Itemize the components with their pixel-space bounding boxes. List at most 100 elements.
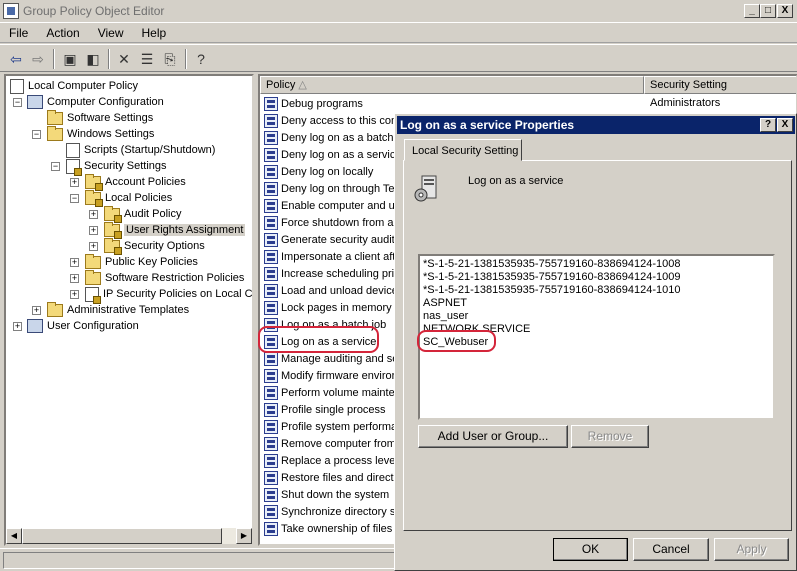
show-hide-tree-icon[interactable]: ◧ (83, 50, 103, 68)
policy-row[interactable]: Shut down the system (264, 486, 389, 503)
policy-name: Enable computer and us (281, 199, 401, 212)
dialog-close-button[interactable]: X (777, 118, 793, 132)
expand-icon[interactable]: + (89, 210, 98, 219)
add-user-or-group-button[interactable]: Add User or Group... (418, 425, 568, 448)
tree-software-settings[interactable]: Software Settings (47, 109, 153, 126)
tree-local-computer-policy[interactable]: Local Computer Policy (10, 78, 138, 94)
policy-row[interactable]: Synchronize directory s (264, 503, 395, 520)
toolbar-separator (185, 49, 187, 69)
policy-row[interactable]: Deny log on as a service (264, 146, 401, 163)
menu-action[interactable]: Action (37, 26, 88, 40)
policy-row[interactable]: Deny log on locally (264, 163, 373, 180)
policy-row[interactable]: Remove computer from (264, 435, 396, 452)
collapse-icon[interactable]: − (32, 130, 41, 139)
account-item[interactable]: *S-1-5-21-1381535935-755719160-838694124… (423, 258, 770, 271)
remove-button[interactable]: Remove (571, 425, 649, 448)
policy-row[interactable]: Profile system performa (264, 418, 397, 435)
folder-icon (85, 253, 101, 269)
policy-row[interactable]: Perform volume mainter (264, 384, 398, 401)
column-header-policy[interactable]: Policy △ (260, 76, 644, 94)
policy-row[interactable]: Deny access to this com (264, 112, 400, 129)
cancel-button[interactable]: Cancel (633, 538, 709, 561)
sort-ascending-icon: △ (298, 79, 307, 91)
tree-administrative-templates[interactable]: Administrative Templates (47, 301, 189, 318)
tree-local-policies[interactable]: Local Policies (85, 189, 172, 207)
expand-icon[interactable]: + (70, 258, 79, 267)
collapse-icon[interactable]: − (51, 162, 60, 171)
policy-row[interactable]: Take ownership of files (264, 520, 392, 537)
policy-row[interactable]: Force shutdown from a (264, 214, 394, 231)
account-item[interactable]: *S-1-5-21-1381535935-755719160-838694124… (423, 284, 770, 297)
collapse-icon[interactable]: − (70, 194, 79, 203)
policy-row[interactable]: Generate security audit (264, 231, 395, 248)
scroll-left-icon[interactable]: ◀ (6, 528, 22, 544)
policy-row[interactable]: Debug programs (264, 95, 363, 112)
policy-setting-icon (264, 164, 278, 179)
policy-row[interactable]: Lock pages in memory (264, 299, 392, 316)
tab-local-security-setting[interactable]: Local Security Setting (404, 139, 522, 161)
tree-windows-settings[interactable]: Windows Settings (47, 125, 154, 142)
policy-name: Deny log on locally (281, 165, 374, 178)
expand-icon[interactable]: + (32, 306, 41, 315)
folder-icon (47, 109, 63, 125)
policy-row[interactable]: Increase scheduling pric (264, 265, 400, 282)
ok-button[interactable]: OK (553, 538, 628, 561)
policy-row[interactable]: Impersonate a client aft (264, 248, 395, 265)
close-button[interactable]: X (777, 4, 793, 18)
account-item[interactable]: nas_user (423, 310, 770, 323)
tree-scripts[interactable]: Scripts (Startup/Shutdown) (66, 142, 215, 158)
tree-security-settings[interactable]: Security Settings (66, 158, 167, 176)
policy-row[interactable]: Deny log on through Te (264, 180, 395, 197)
policy-row[interactable]: Modify firmware enviror (264, 367, 395, 384)
account-item[interactable]: *S-1-5-21-1381535935-755719160-838694124… (423, 271, 770, 284)
expand-icon[interactable]: + (70, 178, 79, 187)
policy-row[interactable]: Restore files and directo (264, 469, 400, 486)
expand-icon[interactable]: + (70, 274, 79, 283)
title-bar: Group Policy Object Editor _ □ X (0, 0, 797, 23)
tree-account-policies[interactable]: Account Policies (85, 173, 186, 191)
column-header-security-setting[interactable]: Security Setting (644, 76, 796, 94)
menu-help[interactable]: Help (133, 26, 176, 40)
toolbar-separator (108, 49, 110, 69)
scrollbar-thumb[interactable] (22, 528, 222, 544)
menu-file[interactable]: File (0, 26, 37, 40)
tree-security-options[interactable]: Security Options (104, 237, 205, 255)
security-settings-icon (66, 158, 82, 176)
tree-user-configuration[interactable]: User Configuration (27, 318, 139, 334)
policy-setting-icon (264, 266, 278, 281)
expand-icon[interactable]: + (13, 322, 22, 331)
expand-icon[interactable]: + (89, 226, 98, 235)
menu-view[interactable]: View (89, 26, 133, 40)
tree-software-restriction-policies[interactable]: Software Restriction Policies (85, 269, 244, 286)
minimize-button[interactable]: _ (744, 4, 760, 18)
expand-icon[interactable]: + (70, 290, 79, 299)
account-item[interactable]: ASPNET (423, 297, 770, 310)
maximize-button[interactable]: □ (760, 4, 776, 18)
up-folder-icon[interactable]: ▣ (60, 50, 80, 68)
tree-user-rights-assignment[interactable]: User Rights Assignment (104, 221, 246, 239)
policy-name: Restore files and directo (281, 471, 400, 484)
policy-name: Deny log on through Te (281, 182, 395, 195)
policy-row[interactable]: Profile single process (264, 401, 386, 418)
scroll-right-icon[interactable]: ▶ (236, 528, 252, 544)
policy-name: Replace a process level (281, 454, 398, 467)
back-icon[interactable]: ⇦ (6, 50, 26, 68)
policy-row[interactable]: Load and unload device (264, 282, 398, 299)
export-list-icon[interactable]: ⎘ (160, 50, 180, 68)
policy-row[interactable]: Replace a process level (264, 452, 398, 469)
tree-computer-configuration[interactable]: Computer Configuration (27, 94, 164, 110)
policy-row[interactable]: Enable computer and us (264, 197, 400, 214)
dialog-help-button[interactable]: ? (760, 118, 776, 132)
collapse-icon[interactable]: − (13, 98, 22, 107)
tree-public-key-policies[interactable]: Public Key Policies (85, 253, 198, 270)
tree-ip-security-policies[interactable]: IP Security Policies on Local Co (85, 286, 252, 304)
expand-icon[interactable]: + (89, 242, 98, 251)
policy-row[interactable]: Deny log on as a batch (264, 129, 394, 146)
help-icon[interactable]: ? (191, 50, 211, 68)
tree-audit-policy[interactable]: Audit Policy (104, 205, 181, 223)
apply-button[interactable]: Apply (714, 538, 789, 561)
delete-icon[interactable]: ✕ (114, 50, 134, 68)
forward-icon[interactable]: ⇨ (28, 50, 48, 68)
properties-icon[interactable]: ☰ (137, 50, 157, 68)
tree-horizontal-scrollbar[interactable]: ◀ ▶ (6, 528, 252, 544)
